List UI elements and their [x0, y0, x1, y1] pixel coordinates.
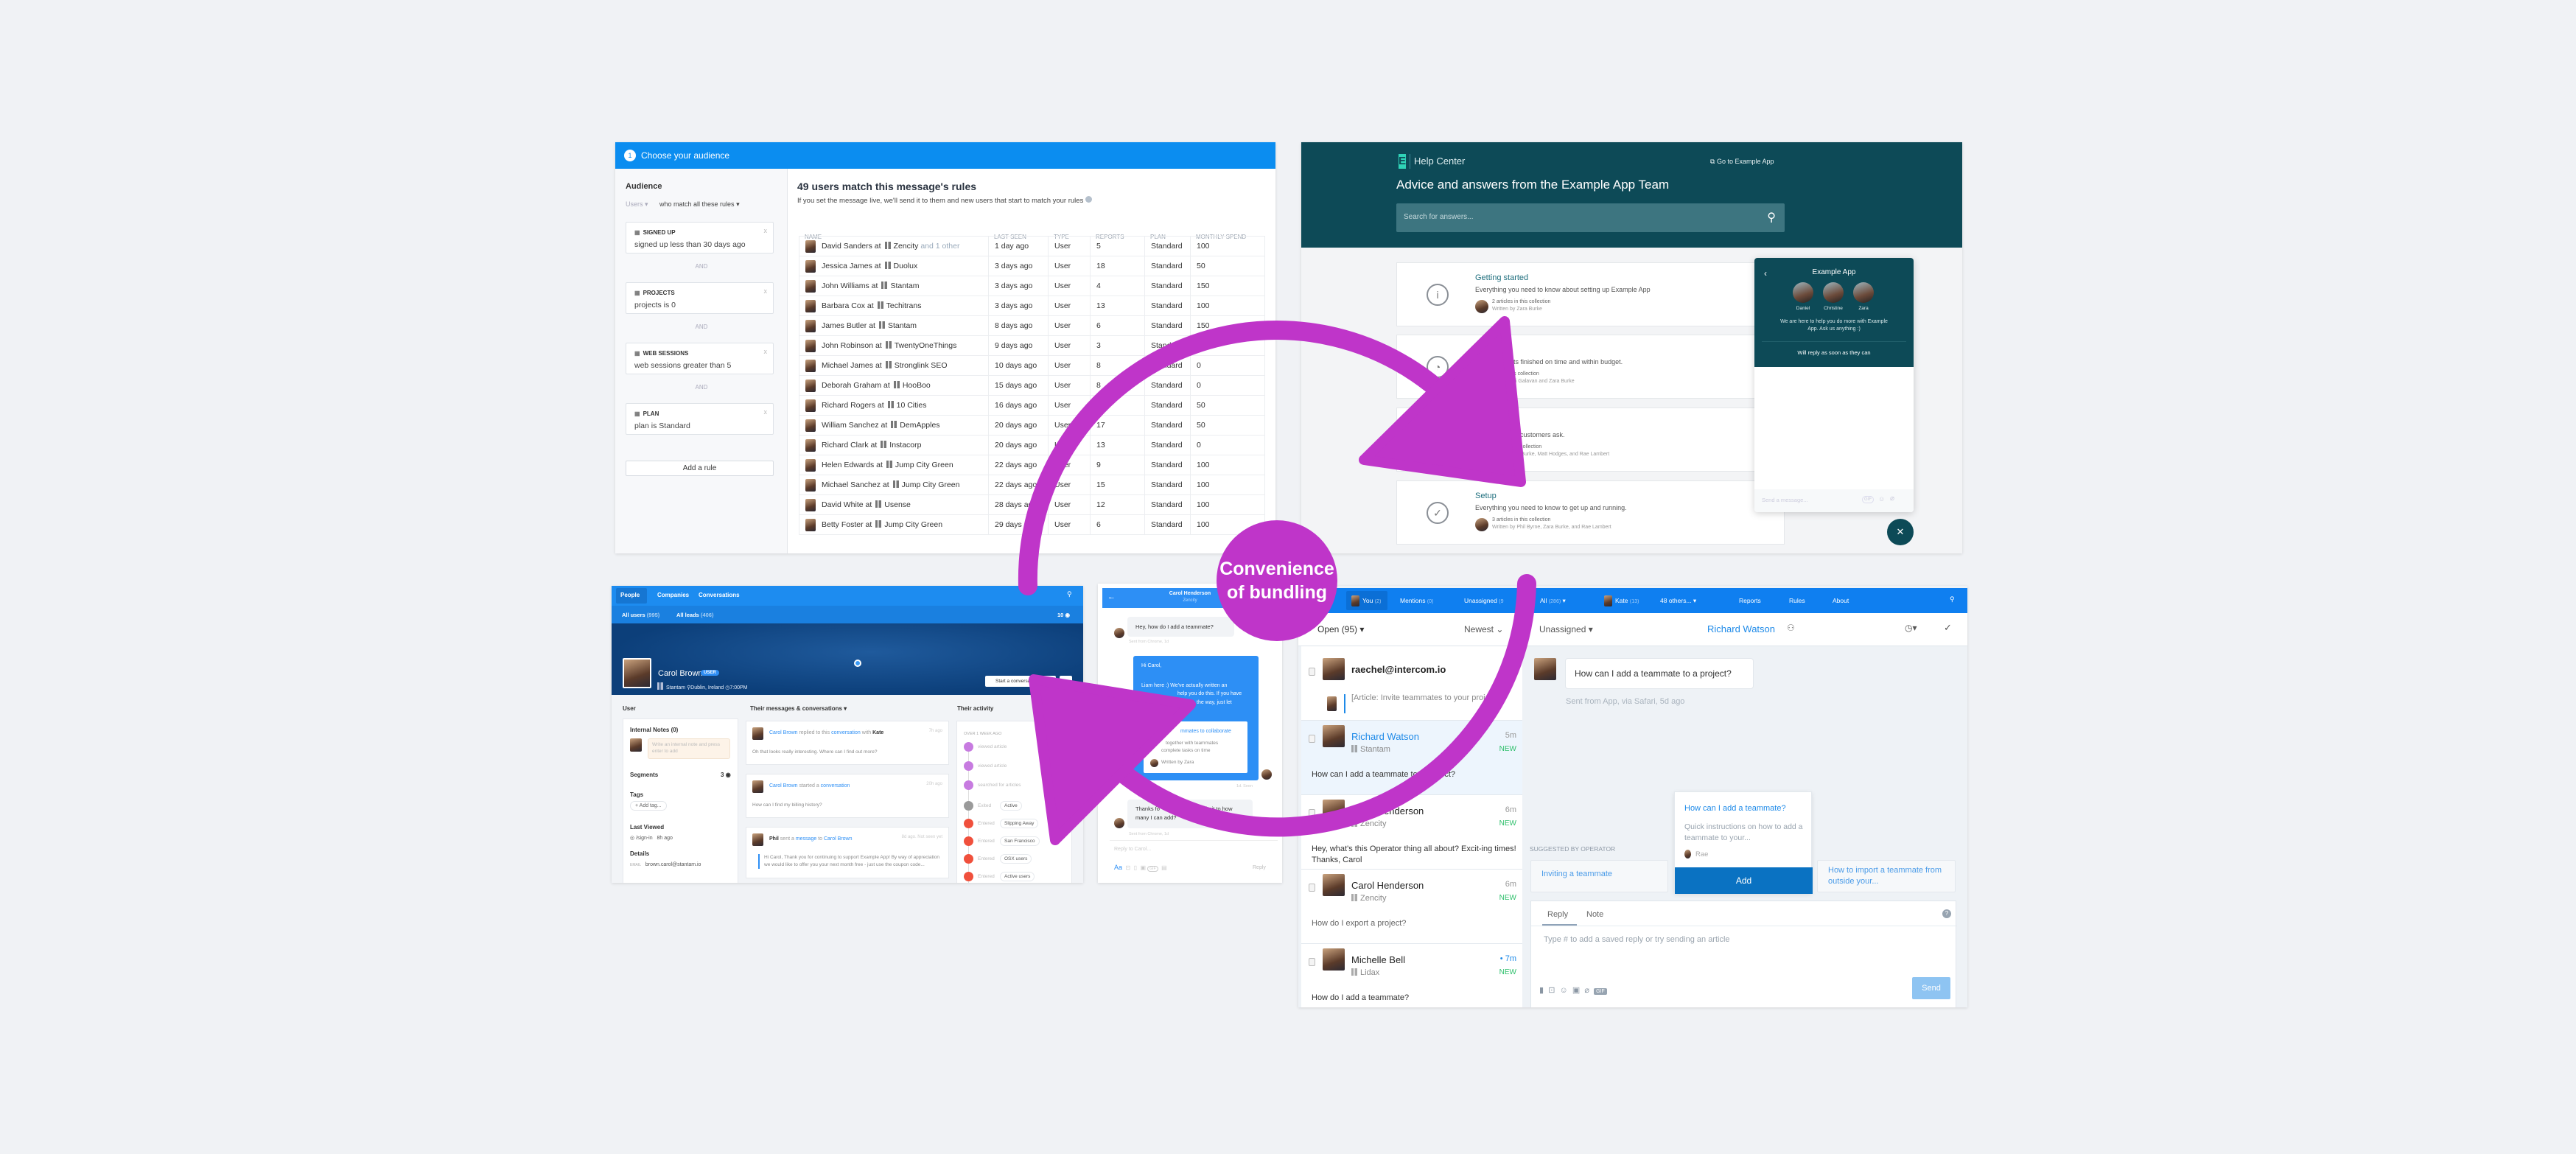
- convenience-badge: Convenience of bundling: [1217, 557, 1337, 604]
- arrow-head-bottom: [1029, 674, 1196, 845]
- badge-line-1: Convenience: [1219, 559, 1334, 579]
- badge-line-2: of bundling: [1226, 582, 1328, 603]
